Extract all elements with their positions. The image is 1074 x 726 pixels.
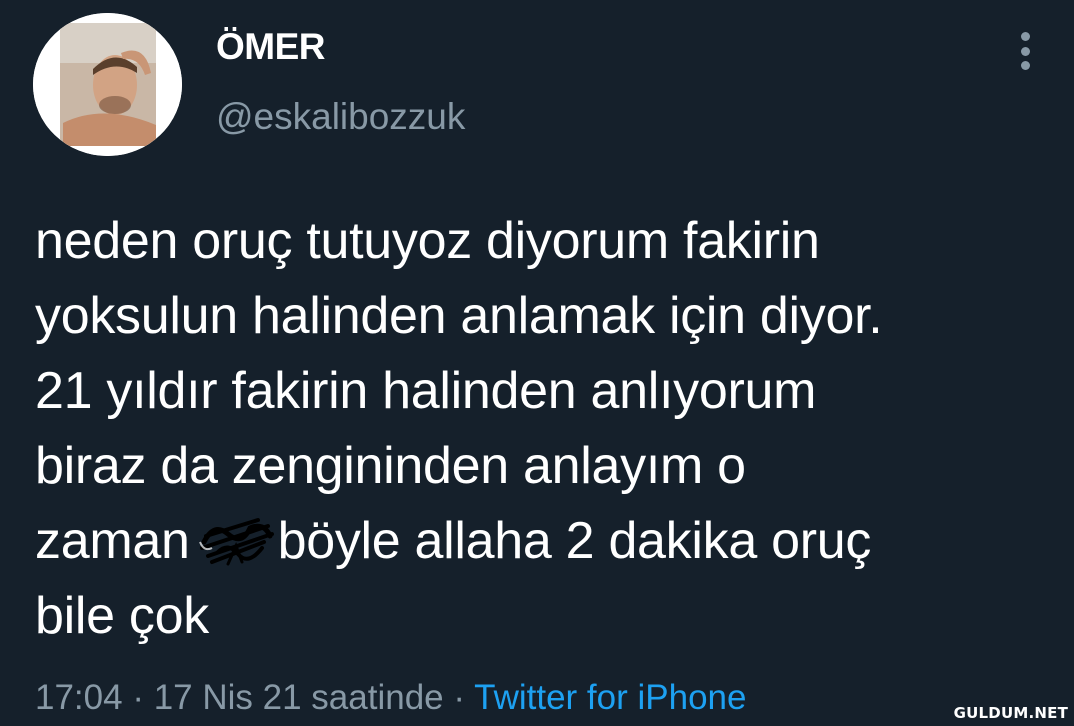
tweet-line: yoksulun halinden anlamak için diyor. [35,287,883,345]
watermark: GULDUM.NET [953,704,1068,722]
tweet-time[interactable]: 17:04 [35,678,123,717]
tweet-line-part: böyle allaha 2 dakika oruç [277,512,872,570]
user-handle[interactable]: @eskalibozzuk [216,96,465,138]
scribble-redaction-icon [198,518,274,566]
more-icon-dot [1020,32,1030,41]
more-icon-dot [1020,61,1030,70]
avatar[interactable] [33,13,182,156]
display-name[interactable]: ÖMER [216,26,326,68]
tweet-line: neden oruç tutuyoz diyorum fakirin [35,212,820,270]
avatar-photo [33,13,182,156]
tweet-date[interactable]: 17 Nis 21 saatinde [154,678,444,717]
tweet-line: biraz da zengininden anlayım o [35,437,746,495]
more-icon-dot [1020,46,1030,56]
tweet-source-link[interactable]: Twitter for iPhone [474,678,746,717]
meta-separator: · [453,678,466,717]
tweet-meta: 17:04 · 17 Nis 21 saatinde · Twitter for… [35,678,746,718]
tweet-line: 21 yıldır fakirin halinden anlıyorum [35,362,817,420]
tweet-line-part: zaman [35,512,190,570]
tweet-line-with-redaction: zaman böyle allaha 2 dakika oruç [35,504,1060,579]
tweet-text: neden oruç tutuyoz diyorum fakirin yoksu… [35,204,1060,654]
tweet-line: bile çok [35,587,209,645]
meta-separator: · [132,678,144,717]
more-options-button[interactable] [1010,30,1040,72]
